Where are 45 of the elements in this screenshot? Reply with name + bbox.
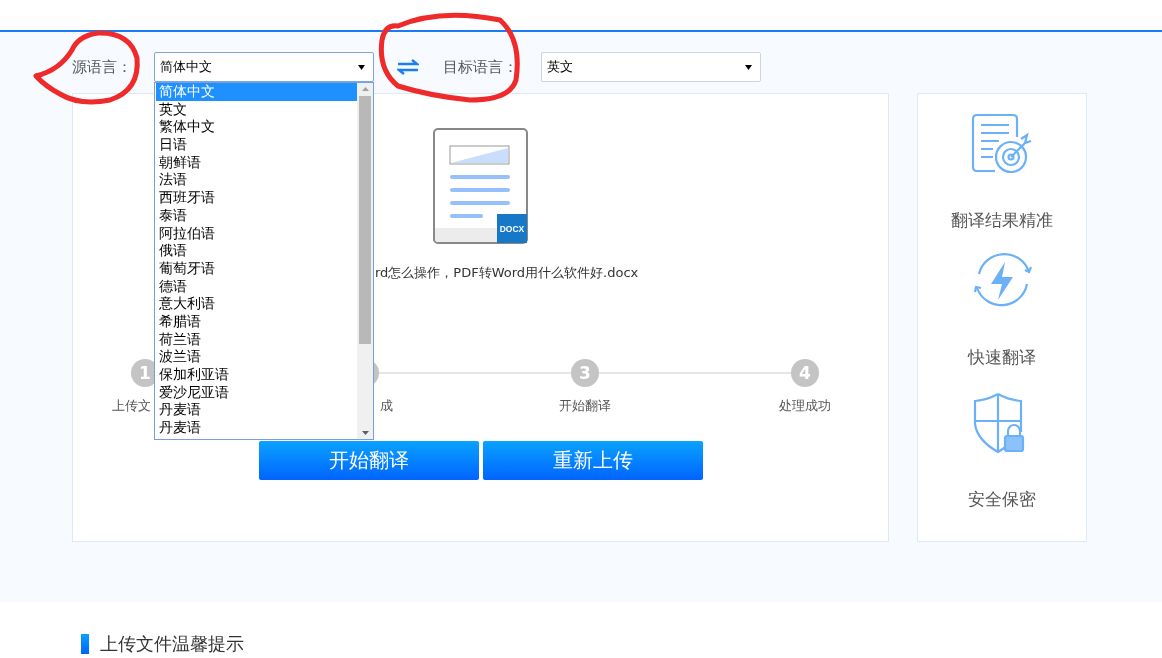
target-language-select[interactable]: 英文 [541, 52, 761, 82]
step-label: 成 [380, 397, 393, 415]
language-option[interactable]: 法语 [156, 171, 357, 190]
caret-icon [745, 64, 752, 70]
language-option[interactable]: 保加利亚语 [156, 366, 357, 384]
language-option[interactable]: 泰语 [156, 206, 357, 225]
language-option[interactable]: 爱沙尼亚语 [156, 383, 357, 402]
language-option[interactable]: 阿拉伯语 [156, 224, 357, 243]
feature-label: 翻译结果精准 [951, 209, 1053, 232]
step-label: 处理成功 [779, 397, 831, 415]
language-option[interactable]: 意大利语 [156, 295, 357, 313]
language-option[interactable]: 繁体中文 [156, 118, 357, 137]
language-option[interactable]: 朝鲜语 [156, 153, 357, 172]
language-option[interactable]: 丹麦语 [156, 401, 357, 420]
language-option[interactable]: 丹麦语 [156, 419, 357, 437]
source-language-select[interactable]: 简体中文 [154, 52, 374, 82]
language-option[interactable]: 波兰语 [156, 348, 357, 366]
language-option[interactable]: 葡萄牙语 [156, 259, 357, 278]
scroll-down-icon[interactable] [361, 431, 369, 435]
step-label: 上传文 [112, 397, 151, 415]
step-label: 开始翻译 [559, 397, 611, 415]
action-button[interactable]: 开始翻译 [258, 441, 479, 480]
feature-label: 快速翻译 [968, 346, 1036, 369]
target-language-label: 目标语言： [443, 57, 519, 77]
scrollbar[interactable] [357, 83, 373, 439]
language-option[interactable]: 德语 [156, 277, 357, 296]
heading-accent-bar [81, 634, 89, 654]
swap-icon[interactable] [397, 59, 419, 75]
language-option[interactable]: 荷兰语 [156, 330, 357, 349]
step-circle: 3 [571, 359, 599, 387]
language-option[interactable]: 日语 [156, 136, 357, 154]
document-target-icon [971, 113, 1033, 175]
caret-icon [358, 64, 365, 70]
language-option[interactable]: 西班牙语 [156, 189, 357, 207]
file-name: rd怎么操作，PDF转Word用什么软件好.docx [375, 264, 640, 282]
language-option[interactable]: 英文 [156, 100, 357, 119]
step-circle: 4 [791, 359, 819, 387]
language-option[interactable]: 希腊语 [156, 312, 357, 331]
docx-file-icon: DOCX [433, 128, 529, 245]
action-button[interactable]: 重新上传 [482, 441, 703, 480]
language-option[interactable]: 俄语 [156, 242, 357, 260]
tips-heading: 上传文件温馨提示 [100, 632, 244, 656]
feature-label: 安全保密 [968, 488, 1036, 511]
scroll-up-icon[interactable] [361, 87, 369, 91]
source-language-label: 源语言： [72, 57, 133, 77]
